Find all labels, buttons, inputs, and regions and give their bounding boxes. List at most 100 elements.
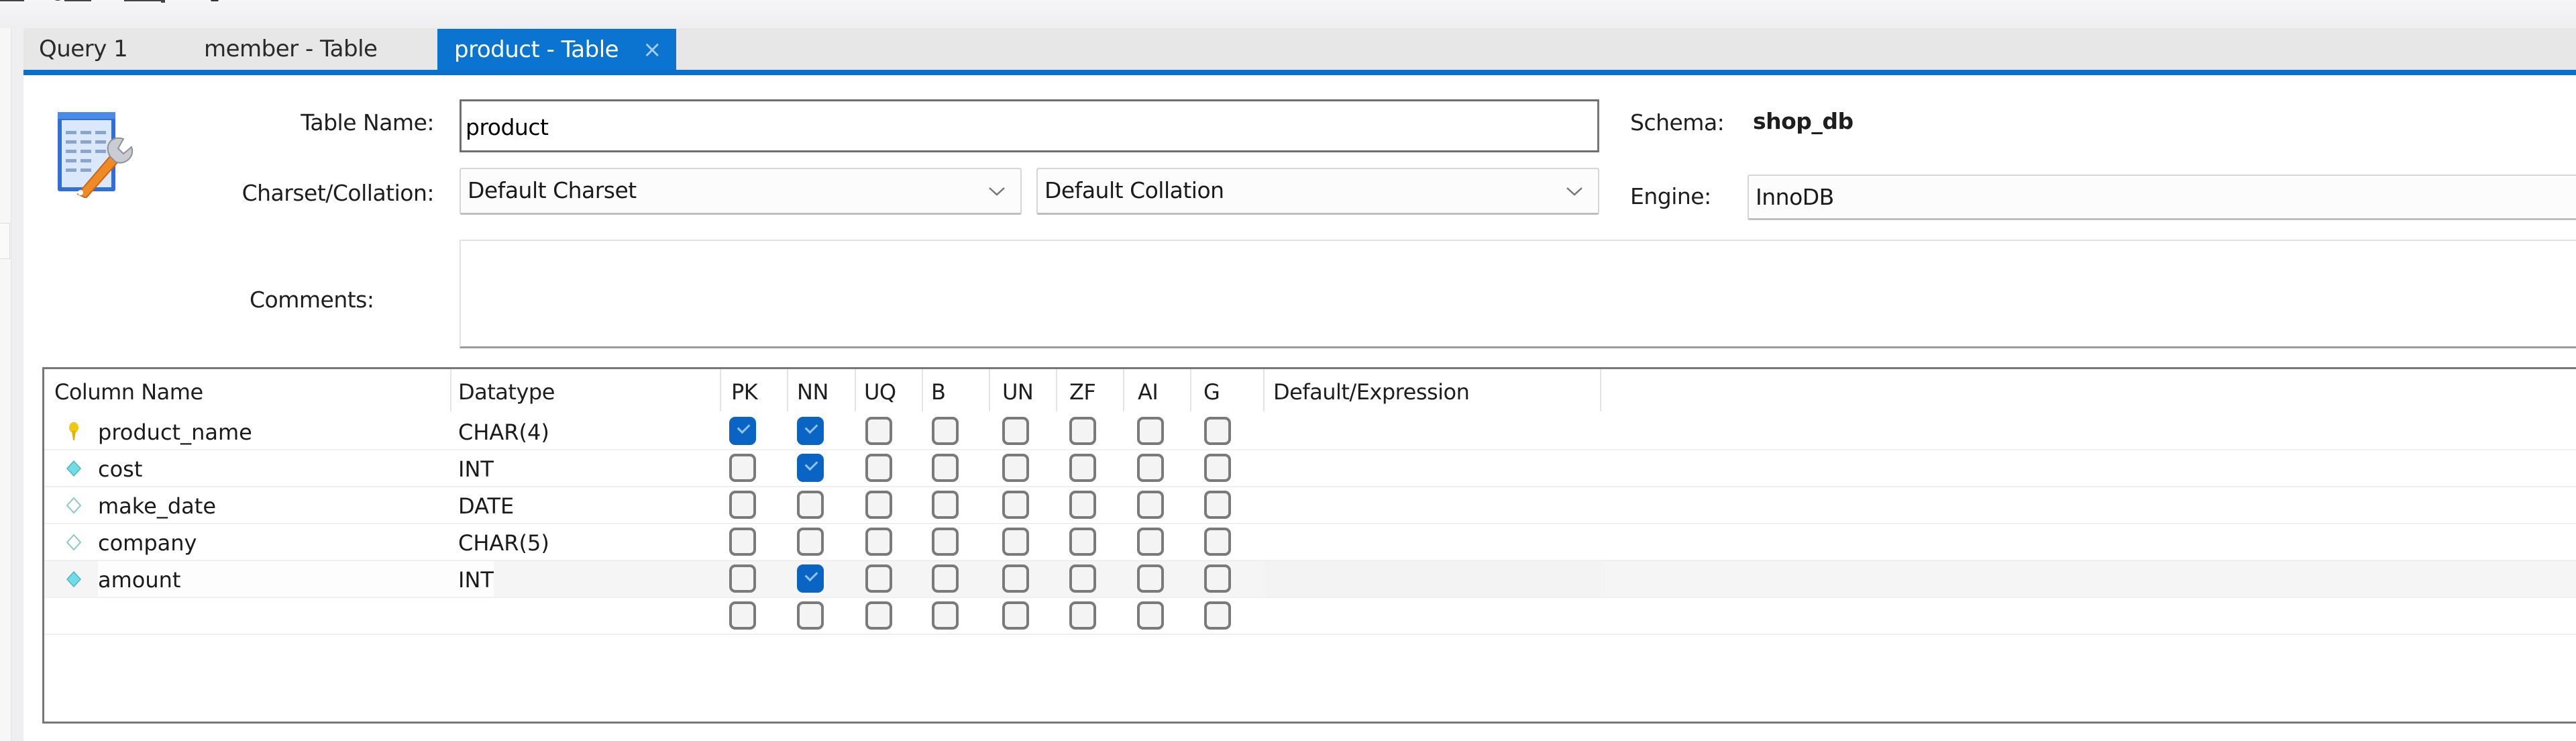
checkbox-nn[interactable] [797,417,824,445]
checkbox-nn[interactable] [797,491,824,519]
tab-product-table[interactable]: product - Table × [437,29,676,75]
datatype-cell[interactable]: INT [458,561,494,597]
checkbox-g[interactable] [1204,528,1231,556]
datatype-cell[interactable]: CHAR(5) [458,524,549,560]
sidebar-collapse-handle[interactable] [0,223,10,259]
checkbox-un[interactable] [1002,601,1029,630]
checkbox-uq[interactable] [865,601,892,630]
toolbar-icon-1[interactable] [0,0,27,5]
checkbox-pk[interactable] [729,564,756,593]
checkbox-nn[interactable] [797,564,824,593]
column-name-cell[interactable]: company [98,524,494,560]
column-resize-handle[interactable] [1600,369,1601,411]
header-uq[interactable]: UQ [864,369,896,411]
column-resize-handle[interactable] [1190,369,1191,411]
checkbox-un[interactable] [1002,417,1029,445]
checkbox-uq[interactable] [865,417,892,445]
checkbox-b[interactable] [932,454,959,482]
checkbox-b[interactable] [932,417,959,445]
checkbox-un[interactable] [1002,528,1029,556]
column-name-cell[interactable] [98,598,494,634]
engine-select[interactable]: InnoDB [1748,175,2576,220]
checkbox-un[interactable] [1002,491,1029,519]
table-row[interactable]: cost INT [44,450,2576,487]
checkbox-g[interactable] [1204,601,1231,630]
checkbox-g[interactable] [1204,564,1231,593]
column-resize-handle[interactable] [787,369,788,411]
checkbox-uq[interactable] [865,528,892,556]
collation-select[interactable]: Default Collation [1036,168,1599,215]
checkbox-b[interactable] [932,491,959,519]
table-row[interactable]: make_date DATE [44,487,2576,524]
header-zf[interactable]: ZF [1069,369,1096,411]
default-expression-cell[interactable] [1265,413,1601,449]
column-resize-handle[interactable] [1123,369,1124,411]
column-name-cell[interactable]: cost [98,450,494,486]
checkbox-zf[interactable] [1069,491,1096,519]
checkbox-g[interactable] [1204,417,1231,445]
column-name-cell[interactable]: make_date [98,487,494,523]
checkbox-un[interactable] [1002,564,1029,593]
column-resize-handle[interactable] [1263,369,1265,411]
header-nn[interactable]: NN [797,369,828,411]
table-name-input[interactable] [460,99,1599,152]
header-column-name[interactable]: Column Name [54,369,203,411]
header-ai[interactable]: AI [1138,369,1159,411]
checkbox-b[interactable] [932,601,959,630]
checkbox-uq[interactable] [865,454,892,482]
column-resize-handle[interactable] [855,369,856,411]
default-expression-cell[interactable] [1265,561,1601,597]
checkbox-ai[interactable] [1137,454,1164,482]
checkbox-b[interactable] [932,564,959,593]
datatype-cell[interactable]: DATE [458,487,514,523]
table-row[interactable]: company CHAR(5) [44,524,2576,561]
header-pk[interactable]: PK [731,369,758,411]
checkbox-ai[interactable] [1137,417,1164,445]
column-resize-handle[interactable] [989,369,990,411]
toolbar-icon-4[interactable] [205,0,225,5]
column-resize-handle[interactable] [720,369,721,411]
toolbar-icon-3[interactable] [124,0,168,5]
header-b[interactable]: B [931,369,946,411]
checkbox-ai[interactable] [1137,528,1164,556]
checkbox-nn[interactable] [797,454,824,482]
splitter[interactable] [11,28,23,741]
toolbar-icon-2[interactable] [47,0,94,5]
checkbox-pk[interactable] [729,491,756,519]
checkbox-zf[interactable] [1069,601,1096,630]
table-row[interactable] [44,598,2576,635]
default-expression-cell[interactable] [1265,487,1601,523]
checkbox-un[interactable] [1002,454,1029,482]
header-un[interactable]: UN [1002,369,1034,411]
header-g[interactable]: G [1203,369,1220,411]
table-row[interactable]: product_name CHAR(4) [44,413,2576,450]
checkbox-pk[interactable] [729,528,756,556]
checkbox-zf[interactable] [1069,564,1096,593]
default-expression-cell[interactable] [1265,598,1601,634]
default-expression-cell[interactable] [1265,450,1601,486]
datatype-cell[interactable]: INT [458,450,494,486]
column-resize-handle[interactable] [450,369,451,411]
checkbox-uq[interactable] [865,564,892,593]
comments-textarea[interactable] [460,240,2576,348]
checkbox-ai[interactable] [1137,564,1164,593]
checkbox-pk[interactable] [729,601,756,630]
checkbox-g[interactable] [1204,491,1231,519]
column-name-cell[interactable]: amount [98,561,494,597]
datatype-cell[interactable]: CHAR(4) [458,413,549,449]
checkbox-zf[interactable] [1069,528,1096,556]
tab-query-1[interactable]: Query 1 [39,28,128,70]
table-row[interactable]: amount INT [44,561,2576,598]
checkbox-ai[interactable] [1137,491,1164,519]
checkbox-nn[interactable] [797,528,824,556]
charset-select[interactable]: Default Charset [460,168,1022,215]
close-icon[interactable]: × [643,29,662,70]
checkbox-pk[interactable] [729,417,756,445]
column-resize-handle[interactable] [922,369,923,411]
header-datatype[interactable]: Datatype [458,369,555,411]
column-name-cell[interactable]: product_name [98,413,494,449]
tab-member-table[interactable]: member - Table [204,28,378,70]
column-resize-handle[interactable] [1056,369,1057,411]
checkbox-g[interactable] [1204,454,1231,482]
checkbox-uq[interactable] [865,491,892,519]
